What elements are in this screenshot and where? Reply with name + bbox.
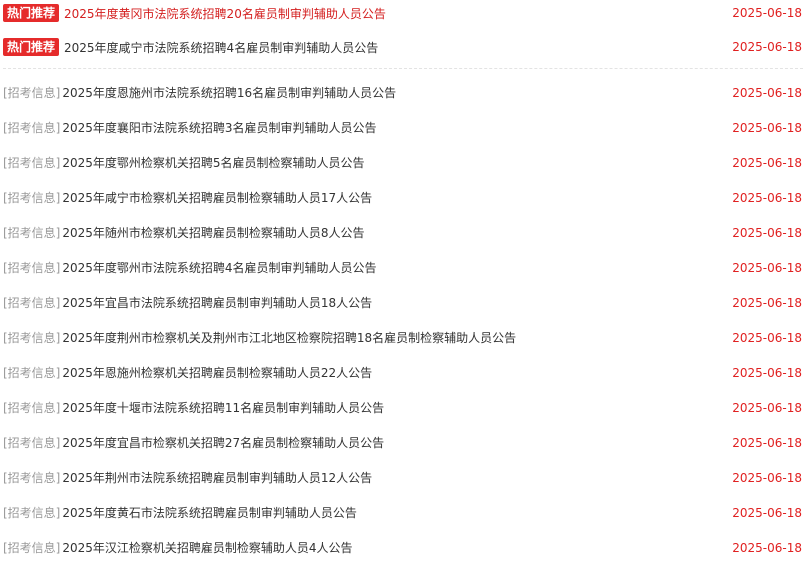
category-tag[interactable]: [招考信息] bbox=[3, 504, 60, 521]
category-tag[interactable]: [招考信息] bbox=[3, 364, 60, 381]
news-title-link[interactable]: 2025年度襄阳市法院系统招聘3名雇员制审判辅助人员公告 bbox=[62, 119, 376, 136]
hot-list-item[interactable]: 热门推荐 2025年度咸宁市法院系统招聘4名雇员制审判辅助人员公告 2025-0… bbox=[0, 30, 806, 64]
list-item[interactable]: [招考信息] 2025年宜昌市法院系统招聘雇员制审判辅助人员18人公告 2025… bbox=[0, 285, 806, 320]
news-date: 2025-06-18 bbox=[732, 540, 802, 555]
news-date: 2025-06-18 bbox=[732, 330, 802, 345]
news-title-link[interactable]: 2025年汉江检察机关招聘雇员制检察辅助人员4人公告 bbox=[62, 539, 352, 556]
news-title-link[interactable]: 2025年度黄冈市法院系统招聘20名雇员制审判辅助人员公告 bbox=[64, 5, 386, 22]
news-date: 2025-06-18 bbox=[732, 295, 802, 310]
category-tag[interactable]: [招考信息] bbox=[3, 539, 60, 556]
news-title-link[interactable]: 2025年度黄石市法院系统招聘雇员制审判辅助人员公告 bbox=[62, 504, 357, 521]
news-title-link[interactable]: 2025年度咸宁市法院系统招聘4名雇员制审判辅助人员公告 bbox=[64, 39, 378, 56]
list-item[interactable]: [招考信息] 2025年度襄阳市法院系统招聘3名雇员制审判辅助人员公告 2025… bbox=[0, 110, 806, 145]
news-date: 2025-06-18 bbox=[732, 155, 802, 170]
news-title-link[interactable]: 2025年随州市检察机关招聘雇员制检察辅助人员8人公告 bbox=[62, 224, 364, 241]
news-title-link[interactable]: 2025年度宜昌市检察机关招聘27名雇员制检察辅助人员公告 bbox=[62, 434, 384, 451]
list-item[interactable]: [招考信息] 2025年度黄石市法院系统招聘雇员制审判辅助人员公告 2025-0… bbox=[0, 495, 806, 530]
news-title-link[interactable]: 2025年咸宁市检察机关招聘雇员制检察辅助人员17人公告 bbox=[62, 189, 372, 206]
list-item[interactable]: [招考信息] 2025年恩施州检察机关招聘雇员制检察辅助人员22人公告 2025… bbox=[0, 355, 806, 390]
list-item[interactable]: [招考信息] 2025年度宜昌市检察机关招聘27名雇员制检察辅助人员公告 202… bbox=[0, 425, 806, 460]
news-title-link[interactable]: 2025年度荆州市检察机关及荆州市江北地区检察院招聘18名雇员制检察辅助人员公告 bbox=[62, 329, 516, 346]
news-date: 2025-06-18 bbox=[732, 400, 802, 415]
news-date: 2025-06-18 bbox=[732, 365, 802, 380]
category-tag[interactable]: [招考信息] bbox=[3, 84, 60, 101]
news-date: 2025-06-18 bbox=[732, 260, 802, 275]
hot-recommend-badge: 热门推荐 bbox=[3, 4, 60, 22]
news-title-link[interactable]: 2025年度恩施州市法院系统招聘16名雇员制审判辅助人员公告 bbox=[62, 84, 396, 101]
news-date: 2025-06-18 bbox=[732, 225, 802, 240]
news-list: 热门推荐 2025年度黄冈市法院系统招聘20名雇员制审判辅助人员公告 2025-… bbox=[0, 0, 806, 565]
category-tag[interactable]: [招考信息] bbox=[3, 224, 60, 241]
news-date: 2025-06-18 bbox=[732, 435, 802, 450]
category-tag[interactable]: [招考信息] bbox=[3, 469, 60, 486]
news-title-link[interactable]: 2025年宜昌市法院系统招聘雇员制审判辅助人员18人公告 bbox=[62, 294, 372, 311]
news-date: 2025-06-18 bbox=[732, 470, 802, 485]
list-item[interactable]: [招考信息] 2025年度鄂州检察机关招聘5名雇员制检察辅助人员公告 2025-… bbox=[0, 145, 806, 180]
list-item[interactable]: [招考信息] 2025年度鄂州市法院系统招聘4名雇员制审判辅助人员公告 2025… bbox=[0, 250, 806, 285]
category-tag[interactable]: [招考信息] bbox=[3, 259, 60, 276]
list-item[interactable]: [招考信息] 2025年度荆州市检察机关及荆州市江北地区检察院招聘18名雇员制检… bbox=[0, 320, 806, 355]
category-tag[interactable]: [招考信息] bbox=[3, 399, 60, 416]
section-divider bbox=[3, 68, 803, 69]
list-item[interactable]: [招考信息] 2025年度恩施州市法院系统招聘16名雇员制审判辅助人员公告 20… bbox=[0, 75, 806, 110]
list-item[interactable]: [招考信息] 2025年咸宁市检察机关招聘雇员制检察辅助人员17人公告 2025… bbox=[0, 180, 806, 215]
news-title-link[interactable]: 2025年度鄂州市法院系统招聘4名雇员制审判辅助人员公告 bbox=[62, 259, 376, 276]
hot-list-item[interactable]: 热门推荐 2025年度黄冈市法院系统招聘20名雇员制审判辅助人员公告 2025-… bbox=[0, 0, 806, 30]
news-date: 2025-06-18 bbox=[732, 85, 802, 100]
news-title-link[interactable]: 2025年度鄂州检察机关招聘5名雇员制检察辅助人员公告 bbox=[62, 154, 364, 171]
news-date: 2025-06-18 bbox=[732, 6, 802, 20]
news-date: 2025-06-18 bbox=[732, 505, 802, 520]
category-tag[interactable]: [招考信息] bbox=[3, 119, 60, 136]
list-item[interactable]: [招考信息] 2025年随州市检察机关招聘雇员制检察辅助人员8人公告 2025-… bbox=[0, 215, 806, 250]
news-title-link[interactable]: 2025年荆州市法院系统招聘雇员制审判辅助人员12人公告 bbox=[62, 469, 372, 486]
category-tag[interactable]: [招考信息] bbox=[3, 434, 60, 451]
list-item[interactable]: [招考信息] 2025年荆州市法院系统招聘雇员制审判辅助人员12人公告 2025… bbox=[0, 460, 806, 495]
category-tag[interactable]: [招考信息] bbox=[3, 189, 60, 206]
hot-recommend-badge: 热门推荐 bbox=[3, 38, 60, 56]
category-tag[interactable]: [招考信息] bbox=[3, 329, 60, 346]
list-item[interactable]: [招考信息] 2025年汉江检察机关招聘雇员制检察辅助人员4人公告 2025-0… bbox=[0, 530, 806, 565]
news-date: 2025-06-18 bbox=[732, 120, 802, 135]
news-title-link[interactable]: 2025年恩施州检察机关招聘雇员制检察辅助人员22人公告 bbox=[62, 364, 372, 381]
news-date: 2025-06-18 bbox=[732, 190, 802, 205]
news-date: 2025-06-18 bbox=[732, 40, 802, 54]
news-title-link[interactable]: 2025年度十堰市法院系统招聘11名雇员制审判辅助人员公告 bbox=[62, 399, 384, 416]
list-item[interactable]: [招考信息] 2025年度十堰市法院系统招聘11名雇员制审判辅助人员公告 202… bbox=[0, 390, 806, 425]
category-tag[interactable]: [招考信息] bbox=[3, 154, 60, 171]
category-tag[interactable]: [招考信息] bbox=[3, 294, 60, 311]
